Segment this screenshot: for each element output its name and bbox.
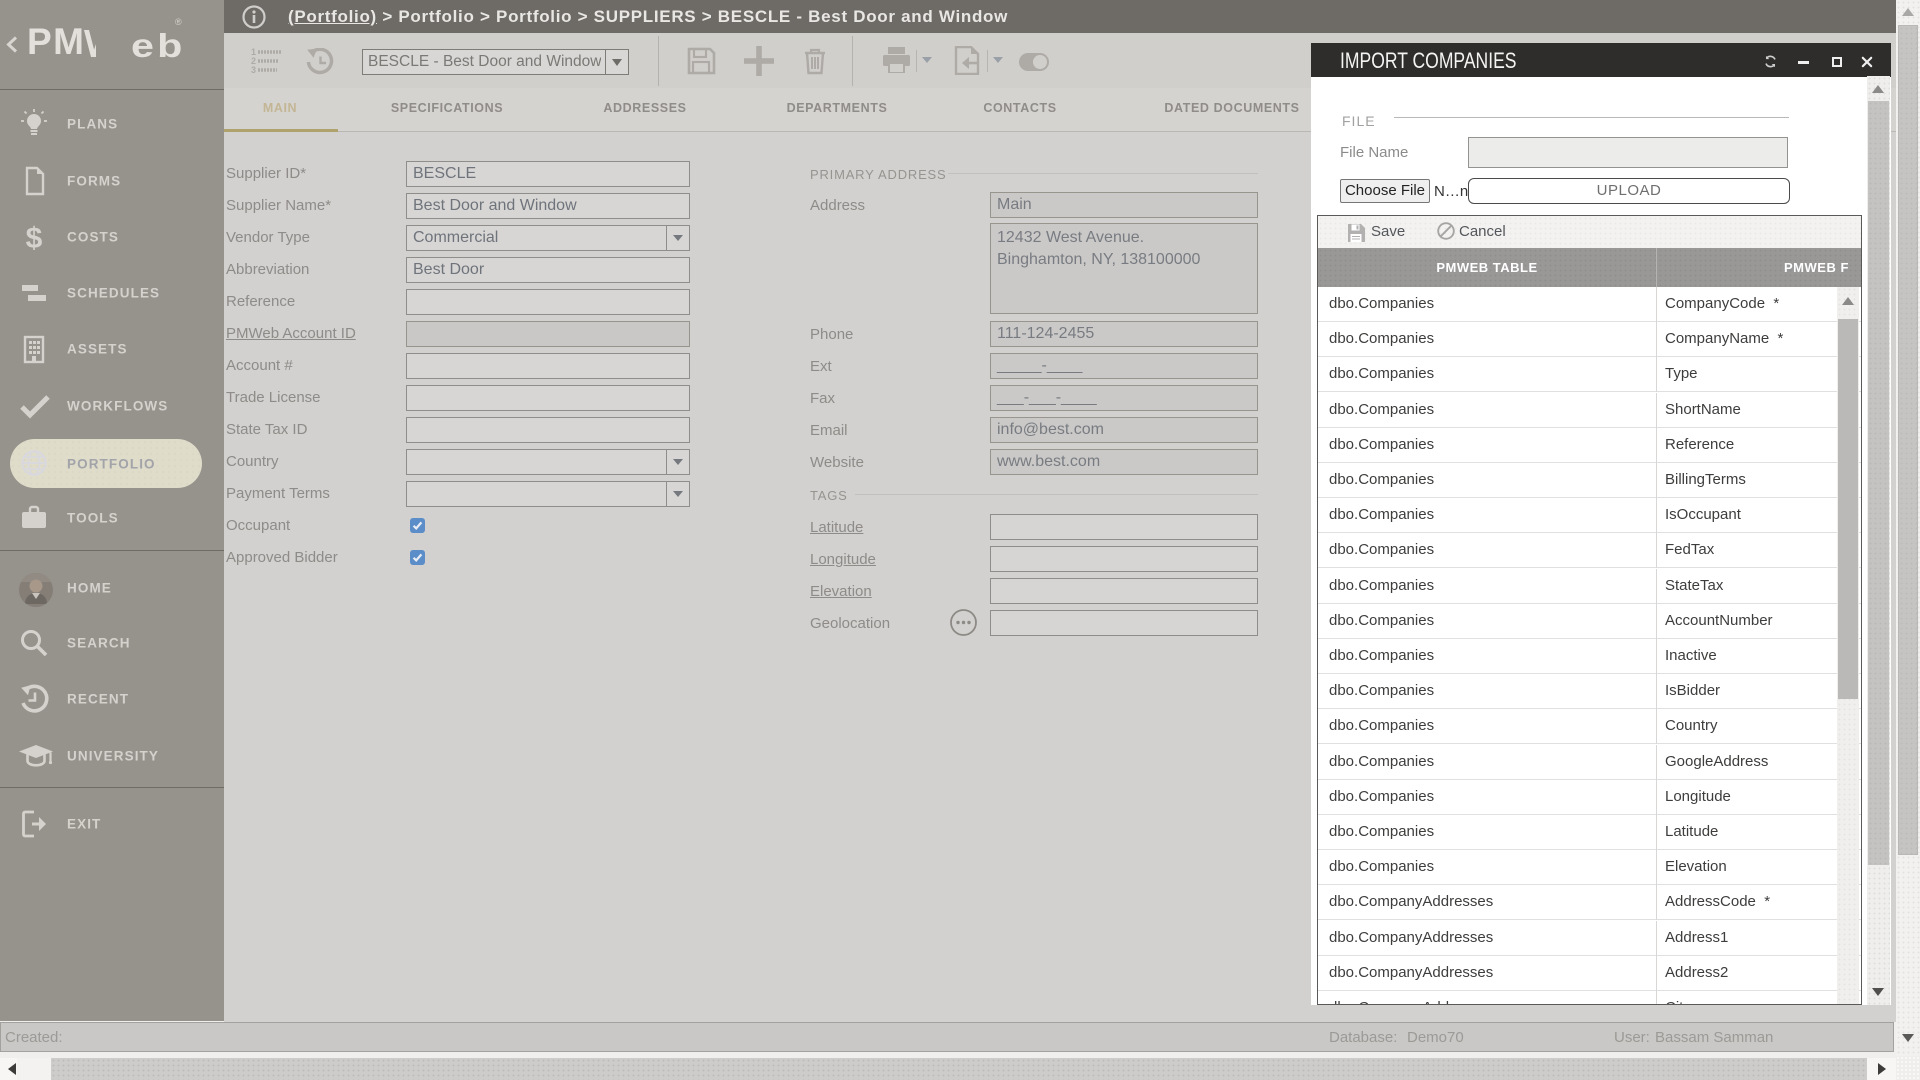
svg-text:$: $: [26, 222, 43, 253]
svg-text:3: 3: [251, 65, 256, 75]
